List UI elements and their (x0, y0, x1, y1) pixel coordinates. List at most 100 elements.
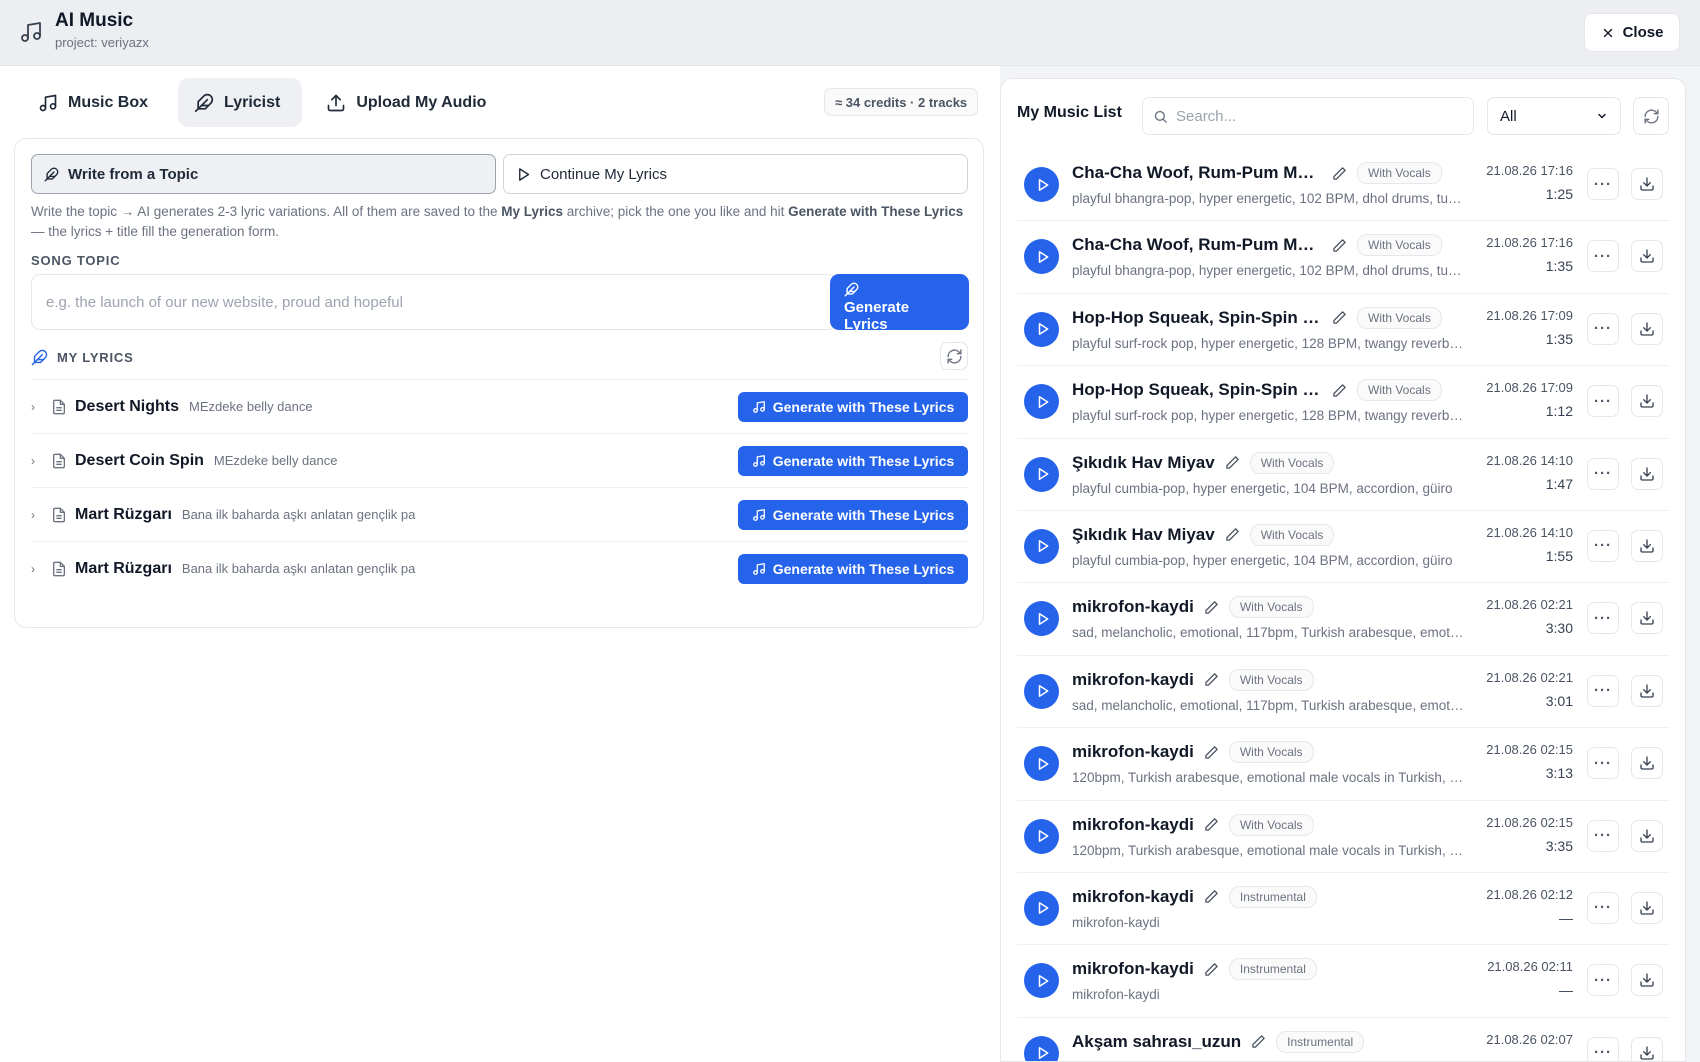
play-button[interactable] (1024, 384, 1059, 420)
download-button[interactable] (1631, 312, 1663, 345)
continue-lyrics-button[interactable]: Continue My Lyrics (503, 154, 968, 194)
play-button[interactable] (1024, 673, 1059, 709)
download-button[interactable] (1631, 819, 1663, 852)
track-date: 21.08.26 02:11 (1487, 959, 1573, 975)
list-item[interactable]: › Mart Rüzgarı Bana ilk baharda aşkı anl… (31, 541, 968, 595)
download-button[interactable] (1631, 747, 1663, 780)
tab-upload-audio[interactable]: Upload My Audio (310, 78, 508, 127)
more-options-button[interactable]: ··· (1587, 674, 1619, 707)
more-options-button[interactable]: ··· (1587, 819, 1619, 852)
generate-with-lyrics-button[interactable]: Generate with These Lyrics (738, 446, 968, 476)
list-item[interactable]: › Desert Nights MEzdeke belly dance Gene… (31, 379, 968, 433)
play-button[interactable] (1024, 239, 1059, 275)
pencil-icon[interactable] (1332, 310, 1347, 325)
track-tags: playful surf-rock pop, hyper energetic, … (1072, 335, 1464, 351)
pencil-icon[interactable] (1332, 383, 1347, 398)
more-options-button[interactable]: ··· (1587, 964, 1619, 997)
more-options-button[interactable]: ··· (1587, 457, 1619, 490)
generate-with-lyrics-button[interactable]: Generate with These Lyrics (738, 554, 968, 584)
more-options-button[interactable]: ··· (1587, 240, 1619, 273)
refresh-lyrics-button[interactable] (940, 342, 968, 370)
search-box[interactable] (1142, 97, 1474, 135)
generate-lyrics-button[interactable]: Generate Lyrics (830, 274, 969, 333)
more-options-button[interactable]: ··· (1587, 891, 1619, 924)
download-icon (1640, 249, 1654, 264)
table-row[interactable]: Cha-Cha Woof, Rum-Pum Meow With Vocals pla… (1017, 149, 1669, 222)
pencil-icon[interactable] (1225, 455, 1240, 470)
chevron-right-icon[interactable]: › (31, 400, 45, 414)
refresh-list-button[interactable] (1633, 97, 1669, 135)
chevron-right-icon[interactable]: › (31, 454, 45, 468)
table-row[interactable]: Hop-Hop Squeak, Spin-Spin Squeak With Voc… (1017, 366, 1669, 439)
play-button[interactable] (1024, 963, 1059, 999)
download-button[interactable] (1631, 891, 1663, 924)
pencil-icon[interactable] (1204, 672, 1219, 687)
download-button[interactable] (1631, 964, 1663, 997)
download-button[interactable] (1631, 240, 1663, 273)
table-row[interactable]: mikrofon-kaydi With Vocals 120bpm, Turkish… (1017, 801, 1669, 873)
play-icon (1038, 178, 1048, 191)
pencil-icon[interactable] (1332, 238, 1347, 253)
play-button[interactable] (1024, 167, 1059, 202)
status-badge: With Vocals (1357, 379, 1442, 402)
filter-select[interactable]: All (1487, 97, 1621, 135)
search-input[interactable] (1176, 107, 1456, 125)
pencil-icon[interactable] (1225, 527, 1240, 542)
play-button[interactable] (1024, 456, 1059, 492)
pencil-icon[interactable] (1251, 1034, 1266, 1049)
more-options-button[interactable]: ··· (1587, 529, 1619, 562)
more-options-button[interactable]: ··· (1587, 747, 1619, 780)
pencil-icon[interactable] (1332, 166, 1347, 181)
table-row[interactable]: mikrofon-kaydi With Vocals sad, melancholi… (1017, 656, 1669, 729)
play-button[interactable] (1024, 818, 1059, 854)
table-row[interactable]: Cha-Cha Woof, Rum-Pum Meow With Vocals pla… (1017, 221, 1669, 294)
track-date: 21.08.26 17:09 (1486, 380, 1573, 396)
download-button[interactable] (1631, 457, 1663, 490)
download-button[interactable] (1631, 674, 1663, 707)
tab-music-box[interactable]: Music Box (22, 78, 170, 127)
table-row[interactable]: mikrofon-kaydi With Vocals 120bpm, Turkish… (1017, 728, 1669, 801)
track-date: 21.08.26 02:07 (1486, 1031, 1573, 1047)
close-button[interactable]: Close (1584, 13, 1680, 52)
track-duration: 3:01 (1545, 692, 1573, 709)
table-row[interactable]: Şıkıdık Hav Miyav With Vocals playful cumb… (1017, 439, 1669, 511)
my-lyrics-label: MY LYRICS (57, 349, 134, 365)
more-options-button[interactable]: ··· (1587, 168, 1619, 200)
chevron-right-icon[interactable]: › (31, 508, 45, 522)
pencil-icon[interactable] (1204, 600, 1219, 615)
list-item[interactable]: › Desert Coin Spin MEzdeke belly dance G… (31, 433, 968, 487)
play-button[interactable] (1024, 528, 1059, 564)
play-button[interactable] (1024, 311, 1059, 347)
download-button[interactable] (1631, 168, 1663, 200)
song-topic-input[interactable] (31, 274, 837, 330)
table-row[interactable]: Şıkıdık Hav Miyav With Vocals playful cumb… (1017, 511, 1669, 584)
list-item[interactable]: › Mart Rüzgarı Bana ilk baharda aşkı anl… (31, 487, 968, 541)
table-row[interactable]: mikrofon-kaydi Instrumental mikrofon-kaydi… (1017, 873, 1669, 946)
tab-lyricist[interactable]: Lyricist (178, 78, 303, 127)
pencil-icon[interactable] (1204, 817, 1219, 832)
play-button[interactable] (1024, 601, 1059, 637)
download-button[interactable] (1631, 1036, 1663, 1061)
pencil-icon[interactable] (1204, 962, 1219, 977)
generate-with-lyrics-button[interactable]: Generate with These Lyrics (738, 392, 968, 422)
pencil-icon[interactable] (1204, 745, 1219, 760)
download-button[interactable] (1631, 385, 1663, 418)
write-from-topic-button[interactable]: Write from a Topic (31, 154, 496, 194)
more-options-button[interactable]: ··· (1587, 602, 1619, 635)
generate-with-lyrics-button[interactable]: Generate with These Lyrics (738, 500, 968, 530)
chevron-right-icon[interactable]: › (31, 562, 45, 576)
pencil-icon[interactable] (1204, 889, 1219, 904)
table-row[interactable]: mikrofon-kaydi Instrumental mikrofon-kaydi… (1017, 945, 1669, 1018)
play-button[interactable] (1024, 1035, 1059, 1061)
table-row[interactable]: mikrofon-kaydi With Vocals sad, melancholi… (1017, 583, 1669, 656)
play-button[interactable] (1024, 890, 1059, 926)
status-badge: Instrumental (1228, 958, 1317, 981)
table-row[interactable]: Hop-Hop Squeak, Spin-Spin Squeak With Voc… (1017, 294, 1669, 367)
download-button[interactable] (1631, 602, 1663, 635)
play-button[interactable] (1024, 746, 1059, 782)
table-row[interactable]: Akşam sahrası_uzun Instrumental 21.08.26 0… (1017, 1018, 1669, 1061)
more-options-button[interactable]: ··· (1587, 312, 1619, 345)
more-options-button[interactable]: ··· (1587, 1036, 1619, 1061)
more-options-button[interactable]: ··· (1587, 385, 1619, 418)
download-button[interactable] (1631, 529, 1663, 562)
